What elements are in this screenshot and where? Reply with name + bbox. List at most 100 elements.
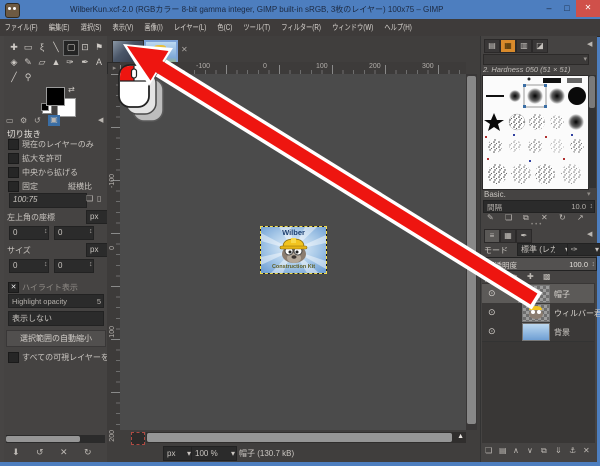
layer-visibility-icon[interactable]: ⊙ <box>488 288 496 299</box>
canvas-vscrollbar-thumb[interactable] <box>467 76 476 424</box>
menu-colors[interactable]: 色(C) <box>213 19 237 36</box>
left-dock-tab-3-icon[interactable]: ↺ <box>34 116 41 125</box>
position-x-input[interactable]: 0 <box>9 226 49 240</box>
layer-thumbnail-background[interactable] <box>522 323 550 341</box>
menu-edit[interactable]: 編集(E) <box>44 19 74 36</box>
menu-image[interactable]: 画像(I) <box>140 19 168 36</box>
auto-shrink-button[interactable]: 選択範囲の自動縮小 <box>6 330 106 347</box>
menu-tools[interactable]: ツール(T) <box>239 19 275 36</box>
minimize-button[interactable]: – <box>540 0 558 17</box>
pencil-tool-icon[interactable]: ✎ <box>21 55 35 69</box>
current-layer-only-checkbox[interactable] <box>8 139 19 150</box>
canvas-vscrollbar[interactable] <box>466 74 477 430</box>
tool-options-scrollbar[interactable] <box>6 435 105 443</box>
delete-layer-icon[interactable]: ✕ <box>583 446 590 455</box>
move-tool-icon[interactable]: ✚ <box>7 40 21 54</box>
save-preset-icon[interactable]: ⬇ <box>12 447 20 458</box>
zoom-dropdown[interactable]: 100 % ▾ <box>191 446 237 461</box>
orientation-icon[interactable]: ▯ <box>97 194 101 203</box>
menu-layer[interactable]: レイヤー(L) <box>169 19 211 36</box>
menu-file[interactable]: ファイル(F) <box>0 19 42 36</box>
right-dock-collapse-icon[interactable]: ◀ <box>587 40 592 48</box>
patterns-tab-icon[interactable]: ▦ <box>500 39 516 53</box>
layer-visibility-icon[interactable]: ⊙ <box>488 326 496 337</box>
title-bar[interactable]: WilberKun.xcf-2.0 (RGBカラー 8-bit gamma in… <box>0 0 600 19</box>
layer-thumbnail-hat[interactable] <box>518 285 550 303</box>
layer-name-wilber[interactable]: ウィルバー君 <box>554 308 600 319</box>
close-tab-icon[interactable]: ✕ <box>181 45 188 54</box>
size-y-input[interactable]: 0 <box>54 259 94 273</box>
new-layer-icon[interactable]: ❏ <box>485 446 492 455</box>
open-brush-icon[interactable]: ↗ <box>577 213 584 222</box>
position-spinner-icon[interactable]: ↕ <box>44 228 48 235</box>
handle-transform-tool-icon[interactable]: ⚑ <box>92 40 106 54</box>
canvas-image[interactable]: Wilber Construction Kit <box>261 227 326 273</box>
menu-windows[interactable]: ウィンドウ(W) <box>327 19 378 36</box>
menu-select[interactable]: 選択(S) <box>76 19 106 36</box>
layers-dock-collapse-icon[interactable]: ◀ <box>587 230 592 238</box>
reset-options-icon[interactable]: ↻ <box>84 447 92 458</box>
quick-mask-toggle[interactable] <box>131 432 145 445</box>
menu-filters[interactable]: フィルター(R) <box>277 19 326 36</box>
edit-brush-icon[interactable]: ✎ <box>487 213 494 222</box>
layer-row-hat[interactable]: ⊙ 帽子 <box>482 284 594 304</box>
aspect-ratio-input[interactable]: 100:75 <box>9 193 87 208</box>
layer-name-background[interactable]: 背景 <box>554 327 570 338</box>
crop-tool-icon[interactable]: ▢ <box>63 40 79 56</box>
layer-name-hat[interactable]: 帽子 <box>554 289 570 300</box>
menu-help[interactable]: ヘルプ(H) <box>380 19 417 36</box>
bucket-fill-tool-icon[interactable]: ◈ <box>7 55 21 69</box>
swap-colors-icon[interactable]: ⇄ <box>68 85 75 94</box>
brush-grid-scrollbar[interactable] <box>588 75 596 188</box>
brush-grid-scrollbar-thumb[interactable] <box>589 76 595 108</box>
clone-tool-icon[interactable]: ▲ <box>49 55 63 69</box>
foreground-color-swatch[interactable] <box>46 87 65 106</box>
layer-row-wilber[interactable]: ⊙ ウィルバー君 <box>482 303 594 323</box>
duplicate-brush-icon[interactable]: ⧉ <box>523 213 529 223</box>
layer-thumbnail-wilber[interactable] <box>522 304 550 322</box>
delete-brush-icon[interactable]: ✕ <box>541 213 548 222</box>
eraser-tool-icon[interactable]: ▱ <box>35 55 49 69</box>
channels-tab-icon[interactable]: ▦ <box>500 229 516 243</box>
text-tool-icon[interactable]: A <box>92 55 106 69</box>
paste-aspect-icon[interactable]: ❏ <box>86 194 93 203</box>
merge-layer-icon[interactable]: ⇓ <box>555 446 562 455</box>
lower-layer-icon[interactable]: ∨ <box>527 446 533 455</box>
lock-alpha-icon[interactable]: ▩ <box>543 272 551 281</box>
tool-options-tab-icon[interactable]: ▣ <box>48 115 60 126</box>
gradients-tab-icon[interactable]: ▥ <box>516 39 532 53</box>
transform-tool-icon[interactable]: ⊡ <box>78 40 92 54</box>
fixed-checkbox[interactable] <box>8 181 19 192</box>
zoom-tool-icon[interactable]: ⚲ <box>21 70 35 84</box>
close-button[interactable]: ✕ <box>576 0 600 17</box>
opacity-slider[interactable]: 不透明度 100.0 ↕ <box>483 257 597 271</box>
menu-view[interactable]: 表示(V) <box>108 19 138 36</box>
canvas[interactable]: Wilber Construction Kit <box>120 74 466 430</box>
fixed-mode-dropdown[interactable]: 縦横比 <box>68 181 107 192</box>
canvas-hscrollbar-thumb[interactable] <box>147 433 452 442</box>
paintbrush-tool-icon[interactable]: ✑ <box>63 55 77 69</box>
size-x-input[interactable]: 0 <box>9 259 49 273</box>
left-dock-tab-2-icon[interactable]: ⚙ <box>20 116 27 125</box>
rectangle-select-tool-icon[interactable]: ▭ <box>21 40 35 54</box>
unit-dropdown[interactable]: px ▾ <box>163 446 193 461</box>
canvas-hscrollbar[interactable]: ▲ <box>146 432 466 443</box>
mode-dropdown[interactable]: 標準 (レガシー) ▾ <box>517 243 571 256</box>
restore-preset-icon[interactable]: ↺ <box>36 447 44 458</box>
gradient-tool-icon[interactable]: ╱ <box>7 70 21 84</box>
delete-preset-icon[interactable]: ✕ <box>60 447 68 458</box>
image-tab-1[interactable] <box>112 40 144 64</box>
highlight-opacity-slider[interactable]: Highlight opacity 5 <box>8 294 104 308</box>
fonts-tab-icon[interactable]: ◪ <box>532 39 548 53</box>
position-y-input[interactable]: 0 <box>54 226 94 240</box>
lock-pixels-icon[interactable]: ✑ <box>511 272 518 281</box>
spacing-spinner-icon[interactable]: ↕ <box>590 203 594 210</box>
size-spinner2-icon[interactable]: ↕ <box>89 261 93 268</box>
brush-tag-filter-input[interactable]: ▾ <box>483 54 589 65</box>
new-brush-icon[interactable]: ❏ <box>505 213 512 222</box>
brush-grid[interactable] <box>482 75 589 190</box>
layer-visibility-icon[interactable]: ⊙ <box>488 307 496 318</box>
spacing-slider[interactable]: 間隔 10.0 ↕ <box>483 200 595 213</box>
dock-resize-handle[interactable]: ••• <box>531 222 543 228</box>
left-dock-collapse-icon[interactable]: ◀ <box>98 116 103 124</box>
